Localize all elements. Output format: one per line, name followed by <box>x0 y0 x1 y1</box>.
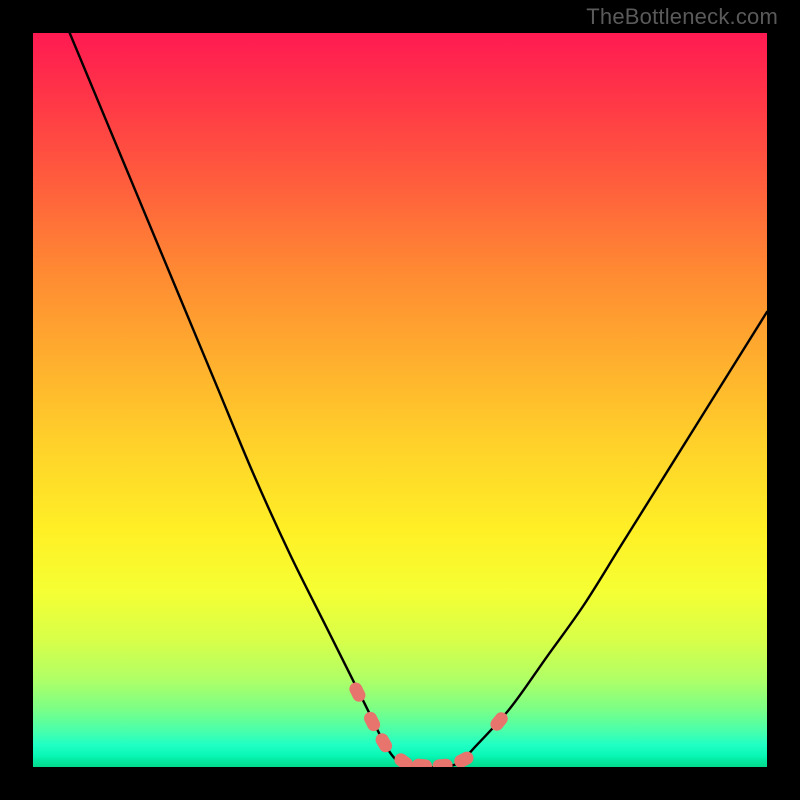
marker-pill <box>452 749 476 767</box>
chart-frame: TheBottleneck.com <box>0 0 800 800</box>
curve-layer <box>33 33 767 767</box>
plot-area <box>33 33 767 767</box>
bottleneck-curve <box>70 33 767 767</box>
marker-pill <box>347 680 368 704</box>
marker-pill <box>373 731 394 755</box>
watermark-text: TheBottleneck.com <box>586 4 778 30</box>
marker-pill <box>432 758 453 767</box>
marker-pill <box>362 710 383 734</box>
marker-pill <box>411 758 432 767</box>
curve-markers <box>347 680 510 767</box>
marker-pill <box>392 751 416 767</box>
